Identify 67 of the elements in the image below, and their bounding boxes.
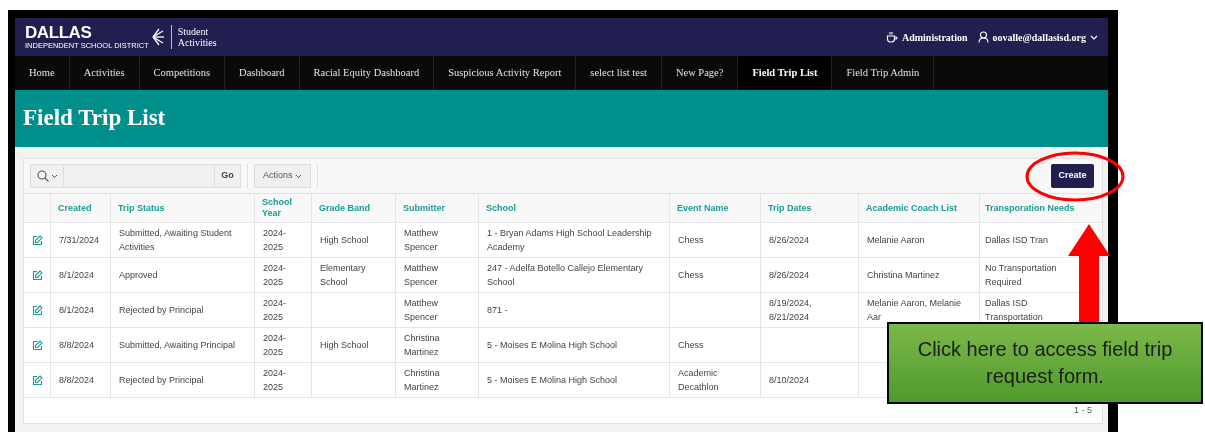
- table-cell-text: 2024-2025: [263, 332, 288, 359]
- table-cell-text: Submitted, Awaiting Principal: [119, 339, 235, 352]
- app-name: Student Activities: [177, 26, 218, 48]
- table-cell-text: High School: [320, 339, 369, 352]
- table-cell-text: Melanie Aaron: [867, 234, 925, 247]
- table-cell-text: Elementary School: [320, 262, 367, 289]
- table-cell-text: 8/26/2024: [769, 269, 810, 282]
- table-cell-text: 8/1/2024: [59, 269, 95, 282]
- edit-icon[interactable]: [31, 269, 43, 281]
- table-cell-text: Rejected by Principal: [119, 304, 204, 317]
- table-cell-text: Dallas ISD Transportation: [985, 297, 1044, 324]
- table-cell-text: Christina Martinez: [867, 269, 940, 282]
- table-cell-text: 2024-2025: [263, 367, 288, 394]
- callout-box: Click here to access field trip request form.: [887, 322, 1203, 404]
- search-options-button[interactable]: [30, 164, 64, 188]
- go-button[interactable]: Go: [214, 164, 241, 188]
- table-cell-text: Chess: [678, 339, 704, 352]
- table-cell-text: Matthew Spencer: [404, 227, 439, 254]
- table-cell-text: 2024-2025: [263, 297, 288, 324]
- table-cell-text: 8/26/2024: [769, 234, 810, 247]
- table-cell-text: 8/8/2024: [59, 374, 95, 387]
- table-cell-text: Approved: [119, 269, 158, 282]
- table-cell-text: Chess: [678, 269, 704, 282]
- table-cell-text: 7/31/2024: [59, 234, 100, 247]
- chevron-down-icon: [294, 173, 302, 179]
- table-cell-text: Christina Martinez: [404, 332, 441, 359]
- pagination-text: 1 - 5: [1074, 403, 1092, 417]
- table-cell-text: Melanie Aaron, Melanie Aar: [867, 297, 963, 324]
- table-cell-text: High School: [320, 234, 369, 247]
- table-cell-text: 5 - Moises E Molina High School: [487, 374, 618, 387]
- user-menu[interactable]: oovalle@dallasisd.org: [977, 29, 1098, 45]
- coffee-cup-icon: [885, 31, 898, 43]
- table-cell-text: 1 - Bryan Adams High School Leadership Academy: [487, 227, 653, 254]
- administration-link[interactable]: Administration: [885, 29, 968, 45]
- chevron-down-icon: [1090, 34, 1098, 40]
- table-cell-text: 2024-2025: [263, 262, 288, 289]
- table-cell-text: No Transportation Required: [985, 262, 1058, 289]
- table-cell-text: 2024-2025: [263, 227, 288, 254]
- sunburst-icon: [150, 28, 165, 46]
- table-cell-text: 871 -: [487, 304, 508, 317]
- edit-icon[interactable]: [31, 304, 43, 316]
- table-cell-text: Matthew Spencer: [404, 297, 439, 324]
- search-field[interactable]: [64, 164, 214, 188]
- table-cell-text: Christina Martinez: [404, 367, 441, 394]
- logo-wordmark: DALLAS: [25, 24, 93, 41]
- search-icon: [36, 170, 49, 182]
- table-cell-text: 8/8/2024: [59, 339, 95, 352]
- edit-icon[interactable]: [31, 374, 43, 386]
- table-cell-text: 247 - Adelfa Botello Callejo Elementary School: [487, 262, 645, 289]
- table-cell-text: 8/1/2024: [59, 304, 95, 317]
- table-cell-text: 8/10/2024: [769, 374, 810, 387]
- create-button[interactable]: Create: [1051, 164, 1094, 188]
- table-cell-text: 8/19/2024, 8/21/2024: [769, 297, 813, 324]
- table-cell-text: 5 - Moises E Molina High School: [487, 339, 618, 352]
- user-icon: [977, 31, 989, 43]
- page-title: Field Trip List: [23, 104, 166, 133]
- table-cell-text: Chess: [678, 234, 704, 247]
- table-cell-text: Rejected by Principal: [119, 374, 204, 387]
- actions-menu[interactable]: Actions: [254, 164, 311, 188]
- table-cell-text: Submitted, Awaiting Student Activities: [119, 227, 233, 254]
- table-cell-text: Dallas ISD Tran: [985, 234, 1049, 247]
- nav-tab[interactable]: Field Trip List: [738, 56, 833, 90]
- chevron-down-icon: [50, 173, 58, 179]
- table-cell-text: Academic Decathlon: [678, 367, 720, 394]
- edit-icon[interactable]: [31, 339, 43, 351]
- table-cell-text: Matthew Spencer: [404, 262, 439, 289]
- edit-icon[interactable]: [31, 234, 43, 246]
